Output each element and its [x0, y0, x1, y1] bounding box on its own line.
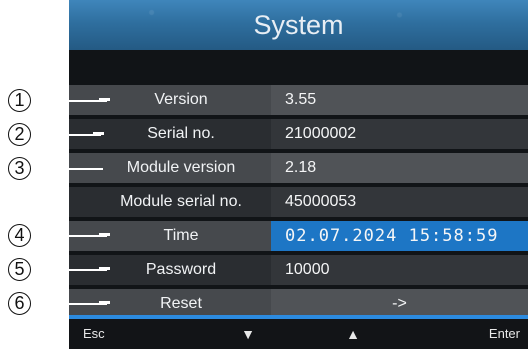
system-manual-page: System Version 3.55 Serial no. 21000002 …: [0, 0, 528, 349]
device-screen: System Version 3.55 Serial no. 21000002 …: [69, 0, 528, 349]
callout-3: 3: [8, 157, 31, 180]
callout-1-stub: [99, 98, 110, 101]
callout-1-leader: [31, 100, 107, 102]
header-spacer: [69, 50, 528, 85]
callout-2: 2: [8, 123, 31, 146]
callout-4-stub: [99, 233, 110, 236]
callout-6-leader: [31, 303, 107, 305]
callout-2-leader: [31, 134, 101, 136]
module-serial-number-label: Module serial no.: [69, 187, 271, 217]
serial-number-value: 21000002: [271, 119, 528, 149]
callout-5-stub: [99, 267, 110, 270]
system-settings-list: Version 3.55 Serial no. 21000002 Module …: [69, 85, 528, 319]
callout-6: 6: [8, 292, 31, 315]
module-serial-number-row: Module serial no. 45000053: [69, 187, 528, 217]
time-value-selected[interactable]: 02.07.2024 15:58:59: [271, 221, 528, 251]
esc-softkey[interactable]: Esc: [83, 319, 105, 349]
callout-5: 5: [8, 258, 31, 281]
enter-softkey[interactable]: Enter: [489, 319, 520, 349]
module-version-row: Module version 2.18: [69, 153, 528, 183]
up-arrow-icon[interactable]: ▲: [340, 319, 366, 349]
version-row: Version 3.55: [69, 85, 528, 115]
module-version-value: 2.18: [271, 153, 528, 183]
callout-6-stub: [99, 301, 110, 304]
callout-3-leader: [31, 168, 103, 170]
down-arrow-icon[interactable]: ▼: [235, 319, 261, 349]
serial-number-row: Serial no. 21000002: [69, 119, 528, 149]
callout-4-leader: [31, 235, 107, 237]
callout-2-stub: [93, 132, 104, 135]
password-value[interactable]: 10000: [271, 255, 528, 285]
password-row[interactable]: Password 10000: [69, 255, 528, 285]
callout-4: 4: [8, 224, 31, 247]
softkey-bar: Esc ▼ ▲ Enter: [69, 319, 528, 349]
module-serial-number-value: 45000053: [271, 187, 528, 217]
callout-5-leader: [31, 269, 107, 271]
time-row[interactable]: Time 02.07.2024 15:58:59: [69, 221, 528, 251]
version-value: 3.55: [271, 85, 528, 115]
screen-title: System: [69, 0, 528, 50]
callout-1: 1: [8, 89, 31, 112]
